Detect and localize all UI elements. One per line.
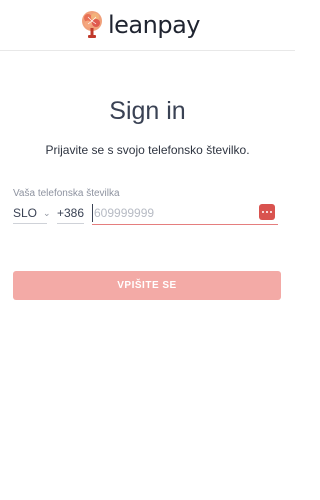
chevron-down-icon: ⌄ [43,207,51,218]
country-select[interactable]: SLO ⌄ [13,203,51,224]
phone-field-label: Vaša telefonska številka [13,188,120,199]
phone-field [92,202,278,225]
logo-text: leanpay [108,11,201,39]
page-title: Sign in [109,97,186,125]
phone-input[interactable] [92,204,254,222]
page-subtitle: Prijavite se s svojo telefonsko številko… [45,143,250,157]
tree-logo-icon [82,11,102,38]
country-select-value: SLO [13,206,38,220]
keyboard-icon[interactable] [259,204,275,220]
sign-in-button[interactable]: VPIŠITE SE [13,271,281,300]
dial-code: +386 [57,203,84,224]
leanpay-logo[interactable]: leanpay [80,8,201,42]
top-header: leanpay [0,0,295,51]
